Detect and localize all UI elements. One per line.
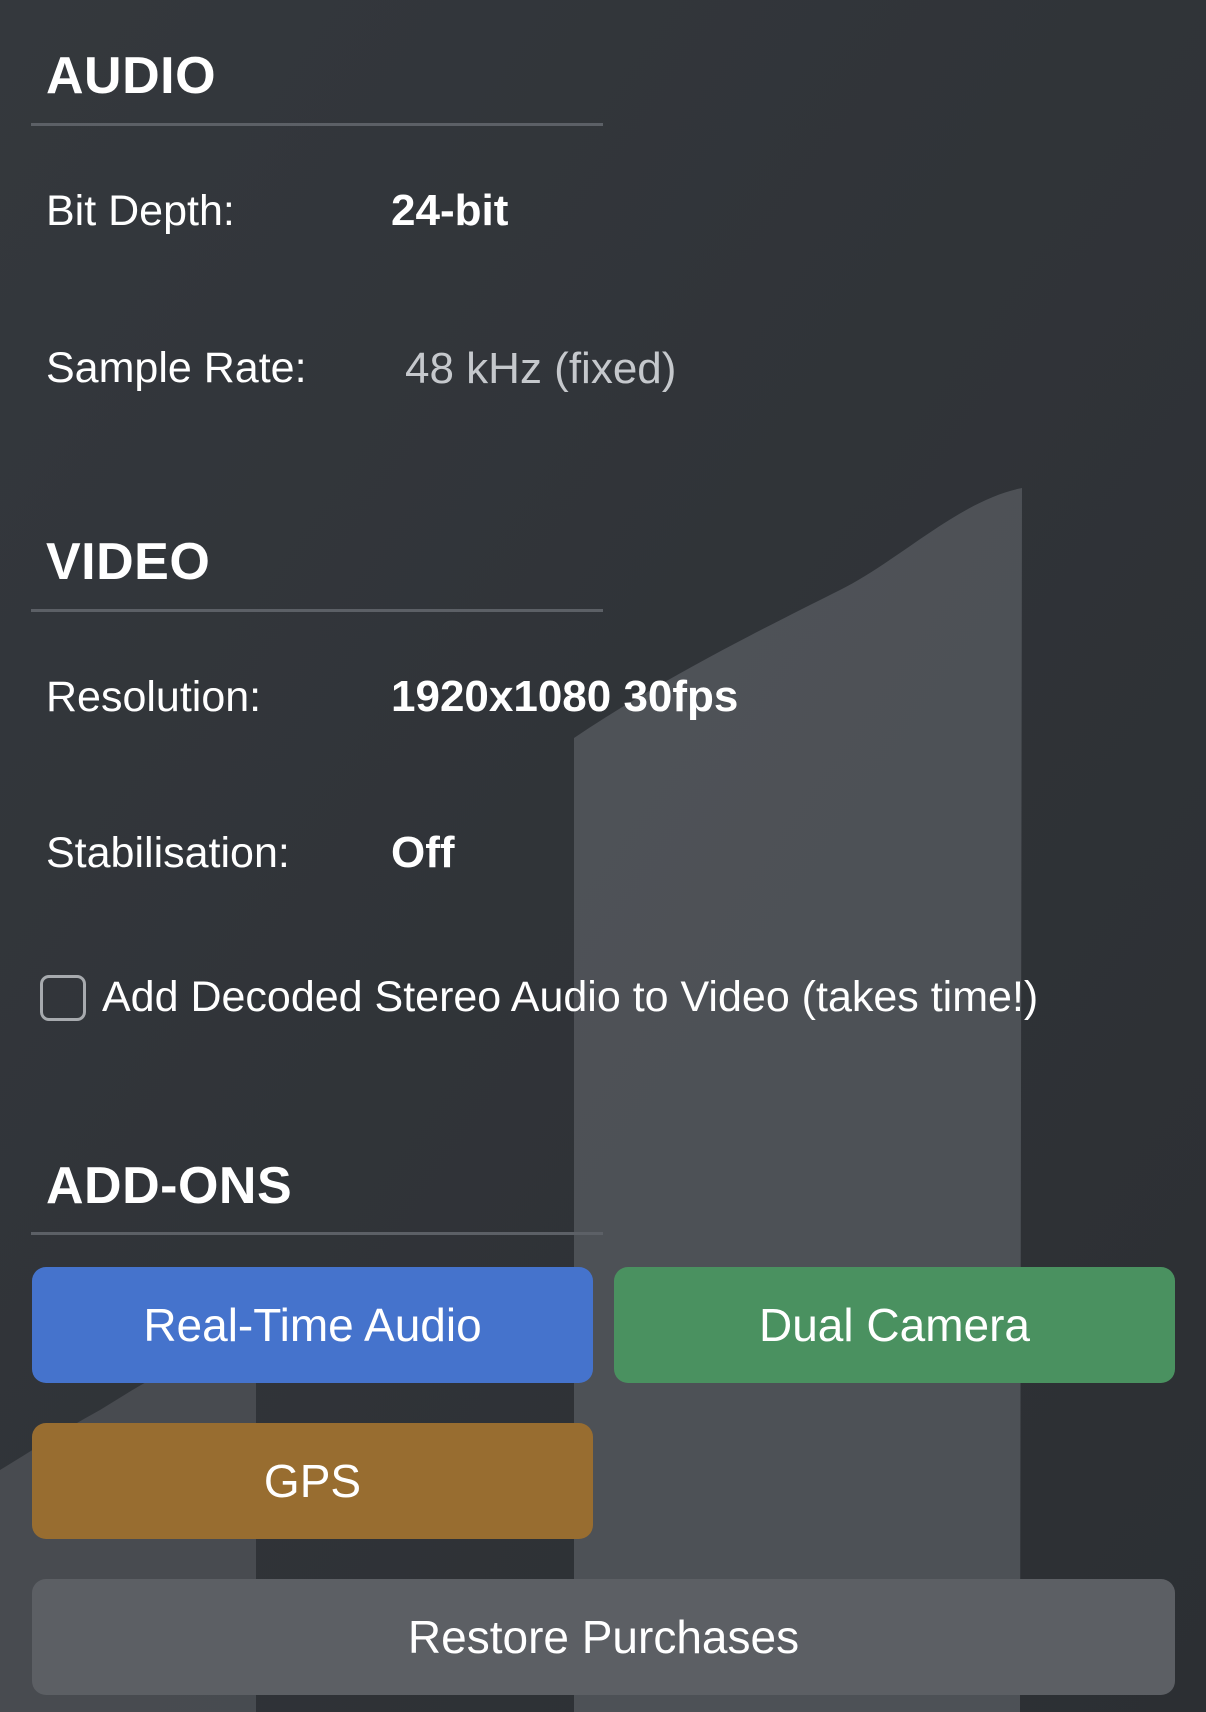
addons-section-title: ADD-ONS	[46, 1157, 293, 1215]
resolution-label: Resolution:	[46, 673, 262, 721]
audio-section-title: AUDIO	[46, 47, 217, 105]
sample-rate-label: Sample Rate:	[46, 344, 307, 392]
sample-rate-value: 48 kHz (fixed)	[405, 344, 677, 393]
decoded-audio-checkbox[interactable]	[40, 974, 86, 1021]
audio-divider	[31, 123, 603, 126]
addons-divider	[31, 1232, 603, 1235]
decoded-audio-label: Add Decoded Stereo Audio to Video (takes…	[102, 973, 1039, 1021]
gps-button[interactable]: GPS	[32, 1423, 593, 1539]
restore-purchases-button[interactable]: Restore Purchases	[32, 1579, 1175, 1695]
video-divider	[31, 609, 603, 612]
video-section-title: VIDEO	[46, 533, 211, 591]
dual-camera-button[interactable]: Dual Camera	[614, 1267, 1175, 1383]
stabilisation-label: Stabilisation:	[46, 829, 290, 877]
resolution-value[interactable]: 1920x1080 30fps	[391, 672, 738, 722]
bit-depth-label: Bit Depth:	[46, 187, 235, 235]
settings-panel: AUDIO Bit Depth: 24-bit Sample Rate: 48 …	[0, 0, 1206, 1712]
decoded-audio-option[interactable]: Add Decoded Stereo Audio to Video (takes…	[40, 973, 1038, 1022]
realtime-audio-button[interactable]: Real-Time Audio	[32, 1267, 593, 1383]
bit-depth-value[interactable]: 24-bit	[391, 186, 508, 236]
stabilisation-value[interactable]: Off	[391, 828, 455, 878]
